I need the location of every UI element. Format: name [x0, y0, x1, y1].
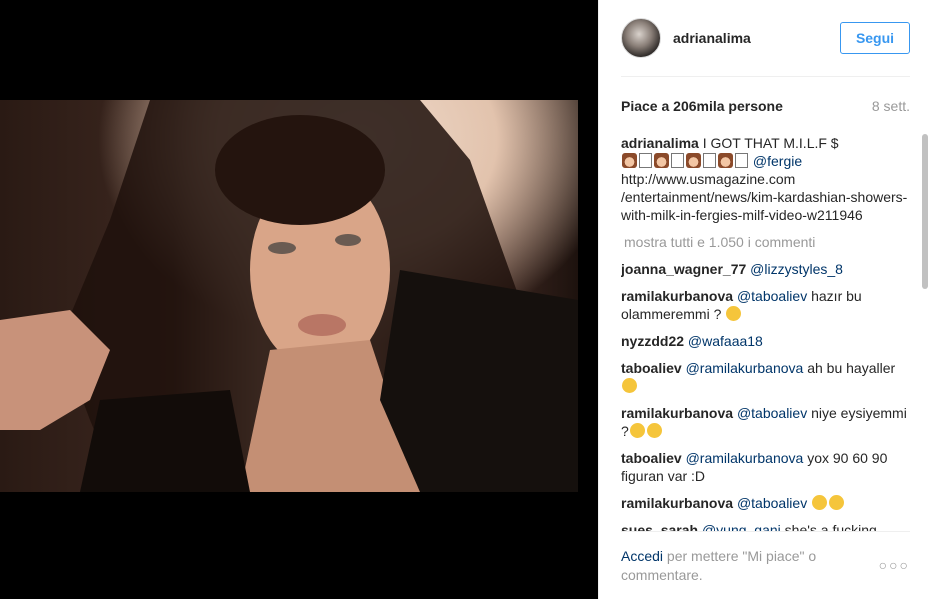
- grimace-emoji-icon: [622, 378, 637, 393]
- post-sidebar: adrianalima Segui Piace a 206mila person…: [598, 0, 935, 599]
- woman-emoji-icon: [686, 153, 701, 168]
- load-more-comments[interactable]: mostra tutti e 1.050 i commenti: [624, 233, 908, 251]
- missing-glyph-icon: [671, 153, 684, 168]
- likes-row: Piace a 206mila persone 8 sett.: [621, 98, 910, 114]
- photo-pane: [0, 0, 598, 599]
- comment-mention[interactable]: @taboaliev: [737, 405, 807, 421]
- comment-mention[interactable]: @taboaliev: [737, 495, 807, 511]
- caption-user[interactable]: adrianalima: [621, 135, 699, 151]
- post-photo[interactable]: [0, 100, 578, 492]
- comments-list[interactable]: adrianalima I GOT THAT M.I.L.F $ @fergie…: [621, 134, 908, 531]
- comment: ramilakurbanova @taboaliev hazır bu olam…: [621, 287, 908, 323]
- comment-mention[interactable]: @ramilakurbanova: [686, 450, 804, 466]
- missing-glyph-icon: [639, 153, 652, 168]
- likes-count[interactable]: Piace a 206mila persone: [621, 98, 783, 114]
- woman-emoji-icon: [718, 153, 733, 168]
- grimace-emoji-icon: [629, 423, 645, 438]
- comment-mention[interactable]: @lizzystyles_8: [750, 261, 843, 277]
- caption-text: I GOT THAT M.I.L.F $: [702, 135, 839, 151]
- username[interactable]: adrianalima: [673, 30, 840, 46]
- comment-user[interactable]: taboaliev: [621, 360, 682, 376]
- more-options-icon[interactable]: ○○○: [879, 557, 910, 573]
- comment: sues_sarah @yung_gani she's a fucking: [621, 521, 908, 531]
- login-link[interactable]: Accedi: [621, 548, 663, 564]
- header-divider: [621, 76, 910, 77]
- grimace-emoji-icon: [646, 423, 662, 438]
- comment-user[interactable]: taboaliev: [621, 450, 682, 466]
- comment-mention[interactable]: @yung_gani: [702, 522, 781, 531]
- grimace-emoji-icon: [829, 495, 845, 510]
- missing-glyph-icon: [703, 153, 716, 168]
- comment-mention[interactable]: @ramilakurbanova: [686, 360, 804, 376]
- comment: ramilakurbanova @taboaliev: [621, 494, 908, 512]
- scrollbar-thumb[interactable]: [922, 134, 928, 289]
- caption: adrianalima I GOT THAT M.I.L.F $ @fergie…: [621, 134, 908, 224]
- comment-user[interactable]: nyzzdd22: [621, 333, 684, 349]
- comments-scrollbar[interactable]: [921, 134, 929, 531]
- comment-text: ah bu hayaller: [807, 360, 896, 376]
- comment-user[interactable]: ramilakurbanova: [621, 405, 733, 421]
- comment-mention[interactable]: @taboaliev: [737, 288, 807, 304]
- comment-user[interactable]: ramilakurbanova: [621, 288, 733, 304]
- missing-glyph-icon: [735, 153, 748, 168]
- comment-user[interactable]: joanna_wagner_77: [621, 261, 746, 277]
- comment: joanna_wagner_77 @lizzystyles_8: [621, 260, 908, 278]
- laughing-emoji-icon: [726, 306, 742, 321]
- grimace-emoji-icon: [812, 495, 828, 510]
- avatar[interactable]: [621, 18, 661, 58]
- comment: taboaliev @ramilakurbanova yox 90 60 90 …: [621, 449, 908, 485]
- photo-illustration: [0, 100, 578, 492]
- follow-button[interactable]: Segui: [840, 22, 910, 54]
- comment-mention[interactable]: @wafaaa18: [688, 333, 763, 349]
- post-header: adrianalima Segui: [621, 17, 910, 59]
- comment: nyzzdd22 @wafaaa18: [621, 332, 908, 350]
- woman-emoji-icon: [654, 153, 669, 168]
- post-age[interactable]: 8 sett.: [872, 98, 910, 114]
- login-prompt: Accedi per mettere "Mi piace" o commenta…: [621, 547, 851, 585]
- comment-user[interactable]: sues_sarah: [621, 522, 698, 531]
- caption-mention[interactable]: @fergie: [753, 153, 802, 169]
- comment-user[interactable]: ramilakurbanova: [621, 495, 733, 511]
- caption-link[interactable]: http://www.usmagazine.com /entertainment…: [621, 171, 907, 223]
- woman-emoji-icon: [622, 153, 637, 168]
- comment-text: she's a fucking: [784, 522, 877, 531]
- comment: ramilakurbanova @taboaliev niye eysiyemm…: [621, 404, 908, 440]
- comment: taboaliev @ramilakurbanova ah bu hayalle…: [621, 359, 908, 395]
- footer-divider: [621, 531, 910, 532]
